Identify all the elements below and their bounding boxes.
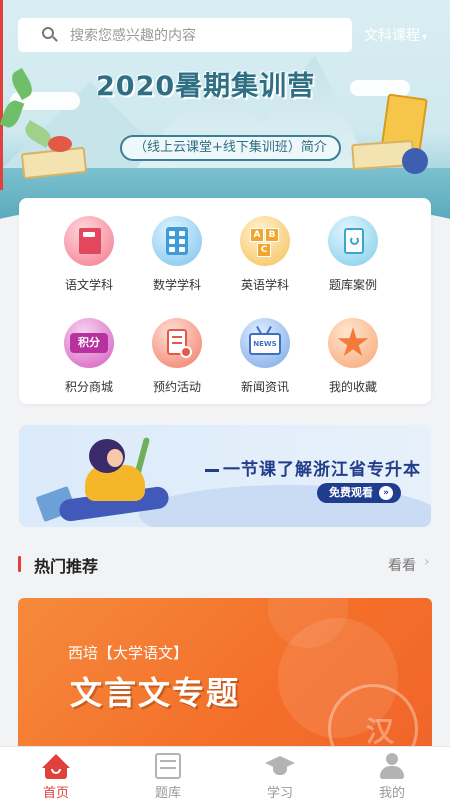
tab-me[interactable]: 我的 <box>336 747 448 800</box>
grid-item-label: 数学学科 <box>152 278 201 292</box>
category-selector[interactable]: 文科课程 ▾ <box>364 25 427 45</box>
booking-icon <box>152 318 202 368</box>
banner-title: 2020暑期集训营 <box>96 71 316 102</box>
calculator-icon <box>152 216 202 266</box>
grid-item-label: 预约活动 <box>152 380 201 394</box>
grid-item-label: 题库案例 <box>328 278 377 292</box>
banner-leaf <box>0 98 25 130</box>
grid-item-math[interactable]: 数学学科 <box>137 216 217 293</box>
tab-label: 学习 <box>266 786 293 800</box>
section-accent-bar <box>18 556 21 572</box>
banner-reader <box>48 136 72 152</box>
graduation-cap-icon <box>265 752 295 780</box>
user-icon <box>377 752 407 780</box>
section-title: 热门推荐 <box>34 557 99 576</box>
banner-cloud <box>350 80 410 96</box>
see-more-link[interactable]: 看看 <box>388 555 416 575</box>
course-title: 文言文专题 <box>70 674 241 712</box>
grid-item-news[interactable]: NEWS 新闻资讯 <box>225 318 305 395</box>
chinese-book-icon <box>64 216 114 266</box>
tab-study[interactable]: 学习 <box>224 747 336 800</box>
abc-blocks-icon: ABC <box>240 216 290 266</box>
hot-recommend-header: 热门推荐 看看 › <box>0 550 450 580</box>
double-chevron-right-icon: » <box>379 486 393 500</box>
grid-item-points-mall[interactable]: 积分 积分商城 <box>49 318 129 395</box>
grid-item-label: 新闻资讯 <box>240 380 289 394</box>
grid-item-label: 语文学科 <box>64 278 113 292</box>
banner-subtitle: （线上云课堂+线下集训班）简介 <box>120 135 341 161</box>
search-icon <box>42 27 58 43</box>
banner-accent-line <box>0 0 3 190</box>
subject-grid: 语文学科 数学学科 ABC 英语学科 题库案例 积分 积分商城 预约活动 NEW… <box>19 198 431 404</box>
grid-item-english[interactable]: ABC 英语学科 <box>225 216 305 293</box>
question-bank-tab-icon <box>153 752 183 780</box>
promo-title: 一节课了解浙江省专升本 <box>205 455 421 480</box>
grid-item-label: 积分商城 <box>64 380 113 394</box>
news-tv-icon: NEWS <box>240 318 290 368</box>
promo-illustration <box>107 449 123 467</box>
grid-item-favorites[interactable]: 我的收藏 <box>313 318 393 395</box>
star-icon <box>328 318 378 368</box>
home-icon <box>41 752 71 780</box>
course-tag: 西培【大学语文】 <box>68 644 189 662</box>
course-card[interactable]: 汉 西培【大学语文】 文言文专题 <box>18 598 432 758</box>
chevron-right-icon[interactable]: › <box>424 554 430 570</box>
grid-item-chinese[interactable]: 语文学科 <box>49 216 129 293</box>
category-selector-label: 文科课程 <box>364 28 420 44</box>
course-seal-char: 汉 <box>366 715 395 748</box>
banner-reader <box>402 148 428 174</box>
bottom-tab-bar: 首页 题库 学习 我的 <box>0 746 450 800</box>
tab-home[interactable]: 首页 <box>0 747 112 800</box>
grid-item-label: 英语学科 <box>240 278 289 292</box>
chevron-down-icon: ▾ <box>422 32 428 43</box>
search-bar[interactable]: 搜索您感兴趣的内容 <box>18 18 352 52</box>
search-placeholder: 搜索您感兴趣的内容 <box>70 28 196 44</box>
tab-label: 我的 <box>378 786 405 800</box>
grid-item-label: 我的收藏 <box>328 380 377 394</box>
question-bank-icon <box>328 216 378 266</box>
grid-item-question-bank[interactable]: 题库案例 <box>313 216 393 293</box>
promo-banner[interactable]: 一节课了解浙江省专升本 免费观看 » <box>19 425 431 527</box>
points-icon: 积分 <box>64 318 114 368</box>
watch-free-button-label: 免费观看 <box>329 486 373 499</box>
tab-question-bank[interactable]: 题库 <box>112 747 224 800</box>
tab-label: 首页 <box>42 786 69 800</box>
tab-label: 题库 <box>154 786 181 800</box>
grid-item-booking[interactable]: 预约活动 <box>137 318 217 395</box>
watch-free-button[interactable]: 免费观看 » <box>317 483 401 503</box>
